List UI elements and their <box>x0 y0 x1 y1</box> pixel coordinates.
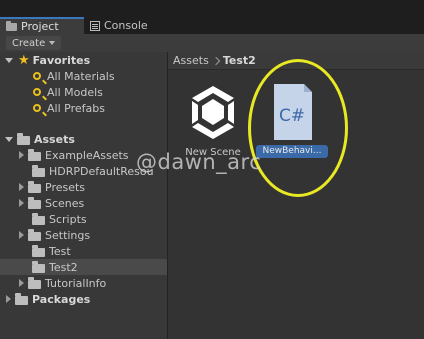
folder-icon <box>28 196 41 209</box>
chevron-right-icon <box>211 56 221 65</box>
tree-item-label: TutorialInfo <box>45 276 107 290</box>
folder-icon <box>32 164 45 177</box>
tree-item-label: All Prefabs <box>47 101 105 115</box>
create-button[interactable]: Create <box>6 36 62 50</box>
tree-item-folder[interactable]: Settings <box>0 227 167 243</box>
tree-item-folder[interactable]: Scenes <box>0 195 167 211</box>
tree-section-label: Assets <box>34 132 75 146</box>
tree-item-label: Test <box>49 244 71 258</box>
tree-item-folder[interactable]: Test <box>0 243 167 259</box>
tree-item-favorite[interactable]: All Materials <box>0 68 167 84</box>
folder-icon <box>28 276 41 289</box>
search-icon <box>33 72 41 80</box>
unity-logo-icon <box>192 86 234 139</box>
folder-tree-panel: ★ Favorites All Materials All Models All… <box>0 52 168 339</box>
folder-icon <box>28 180 41 193</box>
project-toolbar: Create <box>0 34 424 53</box>
folder-icon <box>32 260 45 273</box>
tab-project[interactable]: Project <box>0 17 84 34</box>
tree-item-folder-selected[interactable]: Test2 <box>0 259 167 275</box>
tree-item-folder[interactable]: TutorialInfo <box>0 275 167 291</box>
panel-tabs: Project Console <box>0 0 424 34</box>
watermark: @dawn_arc <box>136 150 262 174</box>
highlight-circle <box>248 59 348 197</box>
tab-label: Project <box>21 20 59 33</box>
tree-item-favorite[interactable]: All Prefabs <box>0 100 167 116</box>
folder-icon <box>17 132 30 145</box>
folder-icon <box>28 148 41 161</box>
expand-arrow-icon[interactable] <box>19 183 24 191</box>
search-icon <box>33 88 41 96</box>
tree-item-folder[interactable]: Presets <box>0 179 167 195</box>
breadcrumb-root[interactable]: Assets <box>173 54 209 67</box>
expand-arrow-icon[interactable] <box>19 199 24 207</box>
breadcrumb-current[interactable]: Test2 <box>223 54 256 67</box>
tree-item-label: Test2 <box>49 260 78 274</box>
tree-item-folder[interactable]: Scripts <box>0 211 167 227</box>
tree-item-label: All Materials <box>47 69 115 83</box>
star-icon: ★ <box>18 52 30 68</box>
create-button-label: Create <box>12 37 46 49</box>
tab-label: Console <box>104 19 148 32</box>
tree-item-label: Settings <box>45 228 91 242</box>
asset-content-panel: Assets Test2 New Scene C# NewBehavi... <box>168 52 424 339</box>
tree-favorites-header[interactable]: ★ Favorites <box>0 52 167 68</box>
tree-item-label: All Models <box>47 85 103 99</box>
folder-icon <box>15 292 28 305</box>
tab-console[interactable]: Console <box>84 17 162 34</box>
search-icon <box>33 104 41 112</box>
expand-arrow-icon[interactable] <box>19 231 24 239</box>
tree-item-favorite[interactable]: All Models <box>0 84 167 100</box>
tree-assets-header[interactable]: Assets <box>0 131 167 147</box>
folder-icon <box>32 212 45 225</box>
expand-arrow-icon[interactable] <box>5 136 13 142</box>
folder-icon <box>28 228 41 241</box>
expand-arrow-icon[interactable] <box>6 295 11 303</box>
folder-icon <box>6 20 17 31</box>
tree-section-label: Favorites <box>32 53 91 67</box>
expand-arrow-icon[interactable] <box>19 151 24 159</box>
tree-item-label: ExampleAssets <box>45 148 129 162</box>
tree-section-label: Packages <box>32 292 91 306</box>
tree-item-label: Presets <box>45 180 86 194</box>
console-icon <box>90 20 100 31</box>
expand-arrow-icon[interactable] <box>19 279 24 287</box>
tree-item-label: Scripts <box>49 212 87 226</box>
tree-packages-header[interactable]: Packages <box>0 291 167 307</box>
chevron-down-icon <box>49 41 56 45</box>
folder-icon <box>32 244 45 257</box>
expand-arrow-icon[interactable] <box>5 57 13 63</box>
tree-item-label: Scenes <box>45 196 85 210</box>
